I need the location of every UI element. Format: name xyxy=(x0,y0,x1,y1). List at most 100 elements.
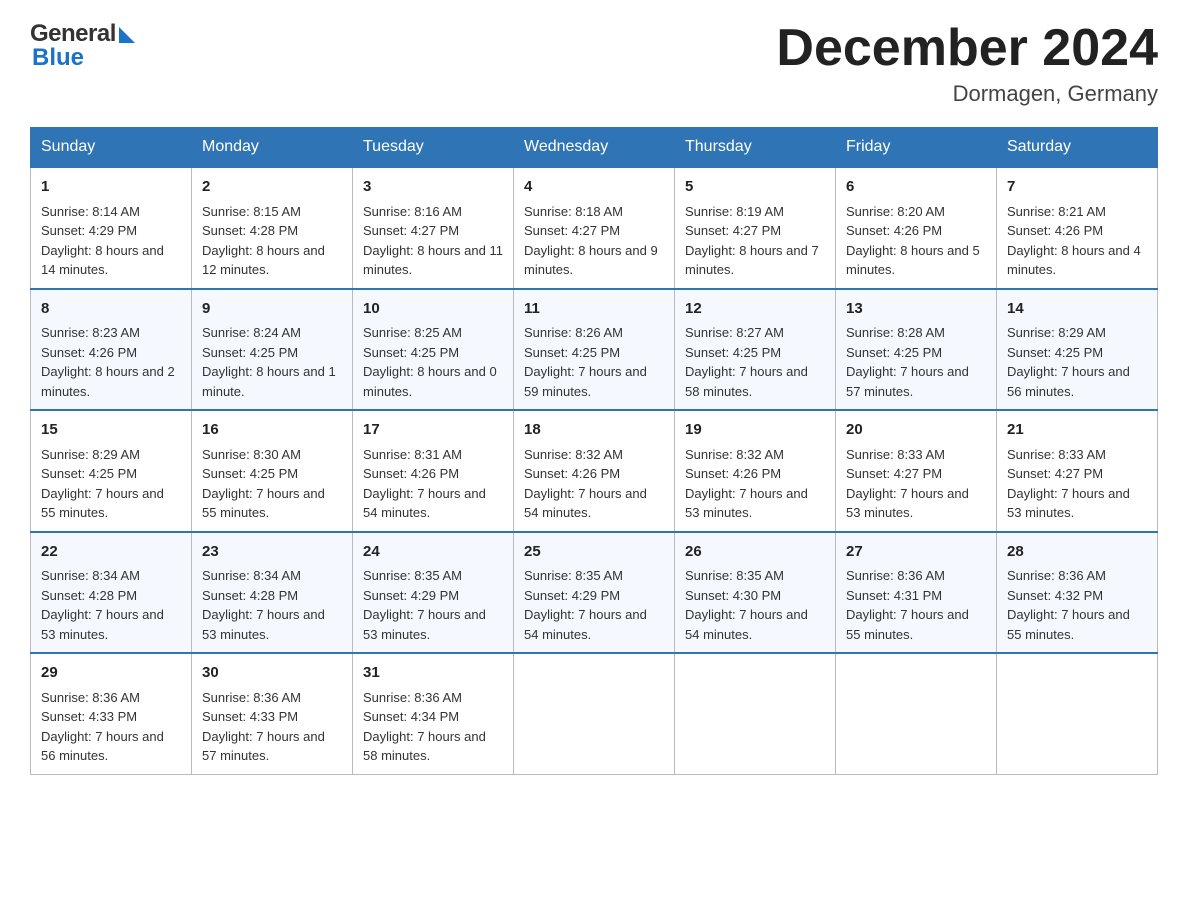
sunrise-text: Sunrise: 8:29 AM xyxy=(41,447,140,462)
calendar-day-cell xyxy=(836,653,997,774)
sunset-text: Sunset: 4:25 PM xyxy=(1007,345,1103,360)
daylight-text: Daylight: 7 hours and 56 minutes. xyxy=(1007,364,1130,399)
day-number: 21 xyxy=(1007,419,1147,442)
day-number: 3 xyxy=(363,176,503,199)
calendar-day-cell: 24 Sunrise: 8:35 AM Sunset: 4:29 PM Dayl… xyxy=(353,532,514,654)
daylight-text: Daylight: 7 hours and 57 minutes. xyxy=(846,364,969,399)
day-number: 18 xyxy=(524,419,664,442)
sunset-text: Sunset: 4:27 PM xyxy=(846,466,942,481)
day-number: 24 xyxy=(363,541,503,564)
calendar-day-cell: 22 Sunrise: 8:34 AM Sunset: 4:28 PM Dayl… xyxy=(31,532,192,654)
daylight-text: Daylight: 7 hours and 58 minutes. xyxy=(363,729,486,764)
calendar-header-row: Sunday Monday Tuesday Wednesday Thursday… xyxy=(31,128,1158,168)
sunset-text: Sunset: 4:27 PM xyxy=(363,223,459,238)
day-number: 31 xyxy=(363,662,503,685)
sunset-text: Sunset: 4:28 PM xyxy=(202,588,298,603)
sunset-text: Sunset: 4:31 PM xyxy=(846,588,942,603)
daylight-text: Daylight: 7 hours and 54 minutes. xyxy=(685,607,808,642)
calendar-day-cell: 7 Sunrise: 8:21 AM Sunset: 4:26 PM Dayli… xyxy=(997,167,1158,289)
daylight-text: Daylight: 7 hours and 53 minutes. xyxy=(685,486,808,521)
sunrise-text: Sunrise: 8:36 AM xyxy=(846,568,945,583)
header-monday: Monday xyxy=(192,128,353,168)
sunrise-text: Sunrise: 8:15 AM xyxy=(202,204,301,219)
calendar-day-cell: 27 Sunrise: 8:36 AM Sunset: 4:31 PM Dayl… xyxy=(836,532,997,654)
daylight-text: Daylight: 7 hours and 54 minutes. xyxy=(363,486,486,521)
calendar-day-cell: 9 Sunrise: 8:24 AM Sunset: 4:25 PM Dayli… xyxy=(192,289,353,411)
sunrise-text: Sunrise: 8:29 AM xyxy=(1007,325,1106,340)
sunset-text: Sunset: 4:25 PM xyxy=(363,345,459,360)
daylight-text: Daylight: 8 hours and 14 minutes. xyxy=(41,243,164,278)
calendar-day-cell xyxy=(997,653,1158,774)
sunrise-text: Sunrise: 8:32 AM xyxy=(685,447,784,462)
calendar-day-cell: 29 Sunrise: 8:36 AM Sunset: 4:33 PM Dayl… xyxy=(31,653,192,774)
sunrise-text: Sunrise: 8:26 AM xyxy=(524,325,623,340)
sunset-text: Sunset: 4:25 PM xyxy=(41,466,137,481)
sunrise-text: Sunrise: 8:36 AM xyxy=(363,690,462,705)
day-number: 7 xyxy=(1007,176,1147,199)
day-number: 27 xyxy=(846,541,986,564)
day-number: 9 xyxy=(202,298,342,321)
day-number: 20 xyxy=(846,419,986,442)
day-number: 17 xyxy=(363,419,503,442)
logo-triangle-icon xyxy=(119,27,135,43)
sunset-text: Sunset: 4:29 PM xyxy=(524,588,620,603)
calendar-day-cell: 14 Sunrise: 8:29 AM Sunset: 4:25 PM Dayl… xyxy=(997,289,1158,411)
day-number: 5 xyxy=(685,176,825,199)
calendar-day-cell: 20 Sunrise: 8:33 AM Sunset: 4:27 PM Dayl… xyxy=(836,410,997,532)
sunset-text: Sunset: 4:27 PM xyxy=(1007,466,1103,481)
daylight-text: Daylight: 7 hours and 59 minutes. xyxy=(524,364,647,399)
daylight-text: Daylight: 8 hours and 1 minute. xyxy=(202,364,336,399)
day-number: 13 xyxy=(846,298,986,321)
calendar-day-cell: 23 Sunrise: 8:34 AM Sunset: 4:28 PM Dayl… xyxy=(192,532,353,654)
sunrise-text: Sunrise: 8:30 AM xyxy=(202,447,301,462)
calendar-day-cell: 16 Sunrise: 8:30 AM Sunset: 4:25 PM Dayl… xyxy=(192,410,353,532)
daylight-text: Daylight: 8 hours and 7 minutes. xyxy=(685,243,819,278)
sunrise-text: Sunrise: 8:27 AM xyxy=(685,325,784,340)
day-number: 11 xyxy=(524,298,664,321)
sunrise-text: Sunrise: 8:35 AM xyxy=(363,568,462,583)
sunrise-text: Sunrise: 8:24 AM xyxy=(202,325,301,340)
sunrise-text: Sunrise: 8:20 AM xyxy=(846,204,945,219)
header-wednesday: Wednesday xyxy=(514,128,675,168)
sunrise-text: Sunrise: 8:32 AM xyxy=(524,447,623,462)
daylight-text: Daylight: 7 hours and 53 minutes. xyxy=(202,607,325,642)
calendar-day-cell: 1 Sunrise: 8:14 AM Sunset: 4:29 PM Dayli… xyxy=(31,167,192,289)
daylight-text: Daylight: 7 hours and 55 minutes. xyxy=(41,486,164,521)
daylight-text: Daylight: 8 hours and 9 minutes. xyxy=(524,243,658,278)
daylight-text: Daylight: 8 hours and 11 minutes. xyxy=(363,243,503,278)
sunset-text: Sunset: 4:29 PM xyxy=(41,223,137,238)
sunrise-text: Sunrise: 8:36 AM xyxy=(202,690,301,705)
sunset-text: Sunset: 4:25 PM xyxy=(202,466,298,481)
sunrise-text: Sunrise: 8:34 AM xyxy=(202,568,301,583)
sunset-text: Sunset: 4:33 PM xyxy=(202,709,298,724)
daylight-text: Daylight: 8 hours and 12 minutes. xyxy=(202,243,325,278)
day-number: 23 xyxy=(202,541,342,564)
sunset-text: Sunset: 4:26 PM xyxy=(41,345,137,360)
header-saturday: Saturday xyxy=(997,128,1158,168)
sunset-text: Sunset: 4:26 PM xyxy=(685,466,781,481)
month-title: December 2024 xyxy=(776,20,1158,77)
sunset-text: Sunset: 4:25 PM xyxy=(202,345,298,360)
calendar-day-cell: 28 Sunrise: 8:36 AM Sunset: 4:32 PM Dayl… xyxy=(997,532,1158,654)
sunset-text: Sunset: 4:25 PM xyxy=(846,345,942,360)
sunset-text: Sunset: 4:26 PM xyxy=(524,466,620,481)
calendar-table: Sunday Monday Tuesday Wednesday Thursday… xyxy=(30,127,1158,775)
day-number: 19 xyxy=(685,419,825,442)
daylight-text: Daylight: 8 hours and 0 minutes. xyxy=(363,364,497,399)
sunset-text: Sunset: 4:32 PM xyxy=(1007,588,1103,603)
daylight-text: Daylight: 7 hours and 56 minutes. xyxy=(41,729,164,764)
daylight-text: Daylight: 8 hours and 4 minutes. xyxy=(1007,243,1141,278)
day-number: 6 xyxy=(846,176,986,199)
sunrise-text: Sunrise: 8:33 AM xyxy=(846,447,945,462)
sunrise-text: Sunrise: 8:36 AM xyxy=(1007,568,1106,583)
sunset-text: Sunset: 4:28 PM xyxy=(202,223,298,238)
daylight-text: Daylight: 7 hours and 53 minutes. xyxy=(363,607,486,642)
calendar-day-cell: 15 Sunrise: 8:29 AM Sunset: 4:25 PM Dayl… xyxy=(31,410,192,532)
calendar-day-cell: 13 Sunrise: 8:28 AM Sunset: 4:25 PM Dayl… xyxy=(836,289,997,411)
sunrise-text: Sunrise: 8:33 AM xyxy=(1007,447,1106,462)
day-number: 22 xyxy=(41,541,181,564)
calendar-day-cell: 10 Sunrise: 8:25 AM Sunset: 4:25 PM Dayl… xyxy=(353,289,514,411)
daylight-text: Daylight: 7 hours and 53 minutes. xyxy=(846,486,969,521)
day-number: 30 xyxy=(202,662,342,685)
calendar-week-row: 8 Sunrise: 8:23 AM Sunset: 4:26 PM Dayli… xyxy=(31,289,1158,411)
